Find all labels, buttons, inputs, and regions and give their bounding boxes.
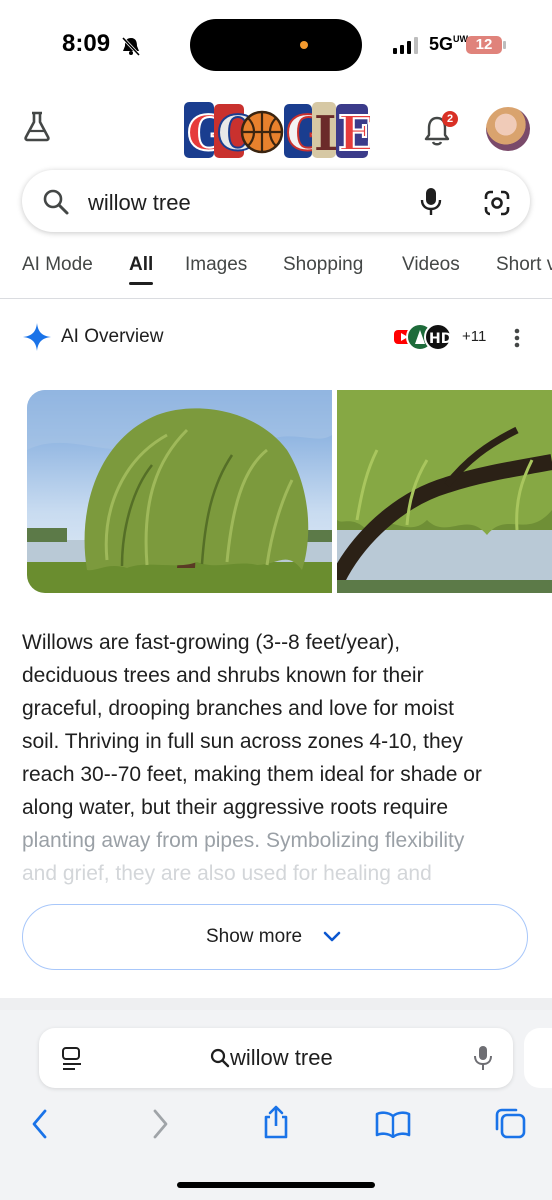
address-text[interactable]: willow tree: [230, 1045, 333, 1071]
search-input[interactable]: willow tree: [88, 190, 191, 216]
next-tab-address-bar[interactable]: [524, 1028, 552, 1088]
tab-short-videos[interactable]: Short v: [496, 254, 552, 276]
svg-text:E: E: [338, 106, 370, 162]
svg-text:HD: HD: [429, 331, 452, 347]
labs-flask-icon[interactable]: [22, 110, 52, 142]
signal-icon: [393, 37, 418, 54]
tabs-divider: [0, 298, 552, 299]
home-indicator: [177, 1182, 375, 1188]
tab-all[interactable]: All: [129, 254, 153, 276]
ai-overview-summary: Willows are fast-growing (3--8 feet/year…: [22, 631, 482, 885]
willow-image-1[interactable]: [27, 390, 332, 593]
ai-overview-title: AI Overview: [61, 326, 164, 347]
google-lens-icon[interactable]: [483, 189, 511, 217]
share-icon[interactable]: [260, 1104, 292, 1140]
chevron-down-icon: [323, 931, 341, 942]
tab-images[interactable]: Images: [185, 254, 247, 276]
active-tab-indicator: [129, 282, 153, 285]
more-options-icon[interactable]: [512, 327, 522, 349]
tabs-overview-icon[interactable]: [494, 1107, 528, 1141]
profile-avatar[interactable]: [486, 107, 530, 151]
forward-chevron-icon[interactable]: [150, 1108, 170, 1140]
back-chevron-icon[interactable]: [30, 1108, 50, 1140]
notification-badge: 2: [442, 111, 458, 127]
bookmarks-book-icon[interactable]: [375, 1110, 411, 1138]
address-mic-icon[interactable]: [473, 1044, 493, 1072]
source-favicons[interactable]: HD: [390, 322, 460, 352]
source-count[interactable]: +11: [462, 328, 486, 345]
google-doodle-logo[interactable]: .lt{font-family:"DejaVu Serif",serif;fon…: [182, 96, 370, 164]
status-time: 8:09: [62, 30, 111, 57]
dynamic-island: [190, 19, 362, 71]
section-separator: [0, 998, 552, 1010]
tab-shopping[interactable]: Shopping: [283, 254, 363, 276]
battery-indicator: 12: [466, 36, 502, 54]
willow-image-2[interactable]: [337, 390, 552, 593]
show-more-label[interactable]: Show more: [206, 926, 302, 948]
bell-slash-icon: [121, 36, 141, 56]
tab-videos[interactable]: Videos: [402, 254, 460, 276]
voice-search-mic-icon[interactable]: [419, 186, 443, 218]
ai-sparkle-icon: [23, 323, 51, 351]
battery-tip: [503, 41, 506, 49]
search-icon: [43, 189, 69, 215]
tab-ai-mode[interactable]: AI Mode: [22, 254, 93, 276]
network-type: 5GUW: [429, 34, 469, 54]
address-search-icon: [210, 1048, 230, 1068]
page-menu-icon[interactable]: [60, 1046, 84, 1072]
